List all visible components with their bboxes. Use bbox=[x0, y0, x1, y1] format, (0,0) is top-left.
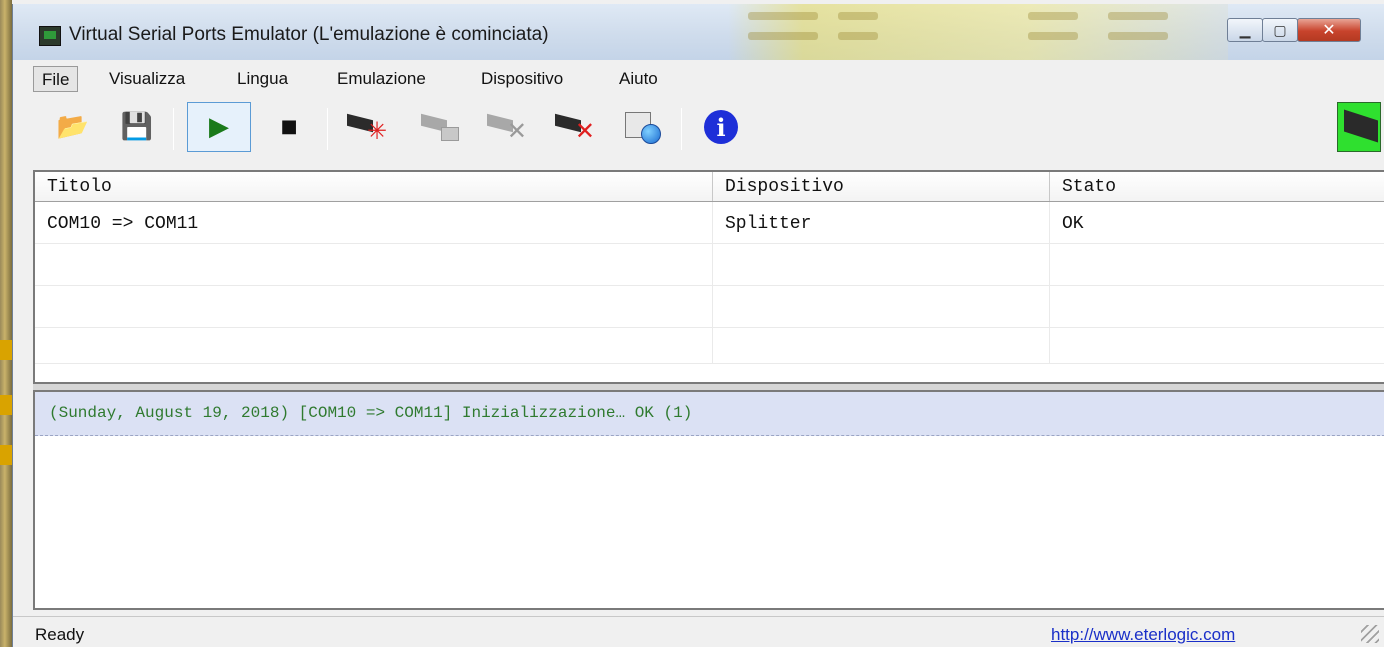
log-entry: (Sunday, August 19, 2018) [COM10 => COM1… bbox=[35, 392, 1384, 436]
about-button[interactable]: i bbox=[689, 102, 753, 152]
menu-lingua[interactable]: Lingua bbox=[229, 66, 296, 92]
list-header: Titolo Dispositivo Stato bbox=[35, 172, 1384, 202]
toolbar-separator bbox=[327, 108, 328, 150]
status-bar: Ready http://www.eterlogic.com bbox=[13, 616, 1384, 647]
desktop-fragment bbox=[0, 395, 12, 415]
save-button[interactable]: 💾 bbox=[105, 102, 169, 152]
window-title: Virtual Serial Ports Emulator (L'emulazi… bbox=[69, 24, 549, 45]
toolbar-separator bbox=[173, 108, 174, 150]
desktop-fragment bbox=[0, 445, 12, 465]
website-link[interactable]: http://www.eterlogic.com bbox=[1051, 625, 1235, 645]
column-header-dispositivo[interactable]: Dispositivo bbox=[713, 172, 1050, 201]
status-text: Ready bbox=[35, 625, 85, 644]
table-row[interactable]: COM10 => COM11 Splitter OK bbox=[35, 202, 1384, 244]
delete-device-icon: ✕ bbox=[553, 111, 597, 143]
cell-titolo bbox=[35, 286, 713, 327]
table-row bbox=[35, 328, 1384, 364]
table-row bbox=[35, 244, 1384, 286]
maximize-icon: ▢ bbox=[1273, 21, 1287, 38]
cell-dispositivo bbox=[713, 328, 1050, 363]
cell-titolo bbox=[35, 244, 713, 285]
toolbar-separator bbox=[681, 108, 682, 150]
open-folder-icon: 📂 bbox=[56, 112, 90, 142]
stop-emulation-button[interactable]: ■ bbox=[257, 102, 321, 152]
menu-aiuto[interactable]: Aiuto bbox=[611, 66, 666, 92]
minimize-button[interactable]: ▁ bbox=[1227, 18, 1263, 42]
title-bar[interactable]: Virtual Serial Ports Emulator (L'emulazi… bbox=[13, 4, 1384, 60]
disable-device-button[interactable]: ✕ bbox=[475, 102, 539, 152]
info-icon: i bbox=[704, 110, 738, 144]
device-network-button[interactable] bbox=[611, 102, 675, 152]
device-properties-button[interactable] bbox=[409, 102, 473, 152]
start-emulation-button[interactable]: ▶ bbox=[187, 102, 251, 152]
app-icon[interactable] bbox=[39, 26, 61, 46]
resize-grip[interactable] bbox=[1361, 625, 1379, 643]
column-header-stato[interactable]: Stato bbox=[1050, 172, 1384, 201]
eterlogic-logo-icon bbox=[1337, 102, 1381, 152]
maximize-button[interactable]: ▢ bbox=[1262, 18, 1298, 42]
caption-buttons: ▁ ▢ ✕ bbox=[1227, 18, 1361, 42]
menu-emulazione[interactable]: Emulazione bbox=[329, 66, 434, 92]
cell-dispositivo bbox=[713, 244, 1050, 285]
desktop-fragment bbox=[0, 340, 12, 360]
desktop-background-strip bbox=[0, 0, 12, 647]
delete-device-button[interactable]: ✕ bbox=[543, 102, 607, 152]
cell-titolo: COM10 => COM11 bbox=[35, 202, 713, 243]
log-pane[interactable]: (Sunday, August 19, 2018) [COM10 => COM1… bbox=[33, 390, 1384, 610]
floppy-disk-icon: 💾 bbox=[120, 112, 154, 142]
play-icon: ▶ bbox=[209, 112, 229, 142]
device-list[interactable]: Titolo Dispositivo Stato COM10 => COM11 … bbox=[33, 170, 1384, 384]
app-window: Virtual Serial Ports Emulator (L'emulazi… bbox=[12, 4, 1384, 647]
cell-titolo bbox=[35, 328, 713, 363]
close-button[interactable]: ✕ bbox=[1297, 18, 1361, 42]
menu-visualizza[interactable]: Visualizza bbox=[101, 66, 193, 92]
minimize-icon: ▁ bbox=[1239, 21, 1251, 38]
menu-bar: File Visualizza Lingua Emulazione Dispos… bbox=[13, 60, 1384, 96]
stop-icon: ■ bbox=[280, 116, 298, 137]
open-button[interactable]: 📂 bbox=[41, 102, 105, 152]
cell-stato: OK bbox=[1062, 214, 1084, 234]
network-globe-icon bbox=[623, 110, 663, 144]
cell-dispositivo: Splitter bbox=[713, 202, 1050, 243]
column-header-titolo[interactable]: Titolo bbox=[35, 172, 713, 201]
toolbar: 📂 💾 ▶ ■ ✳ ✕ ✕ i bbox=[13, 96, 1384, 158]
menu-file[interactable]: File bbox=[33, 66, 79, 92]
cell-stato bbox=[1050, 286, 1384, 327]
cell-stato bbox=[1050, 328, 1384, 363]
background-window-blur bbox=[728, 4, 1228, 60]
cell-stato bbox=[1050, 244, 1384, 285]
disable-device-icon: ✕ bbox=[485, 111, 529, 143]
close-icon: ✕ bbox=[1322, 22, 1336, 39]
new-device-button[interactable]: ✳ bbox=[335, 102, 399, 152]
new-device-icon: ✳ bbox=[345, 111, 389, 143]
menu-dispositivo[interactable]: Dispositivo bbox=[473, 66, 571, 92]
device-properties-icon bbox=[419, 111, 463, 143]
table-row bbox=[35, 286, 1384, 328]
cell-dispositivo bbox=[713, 286, 1050, 327]
